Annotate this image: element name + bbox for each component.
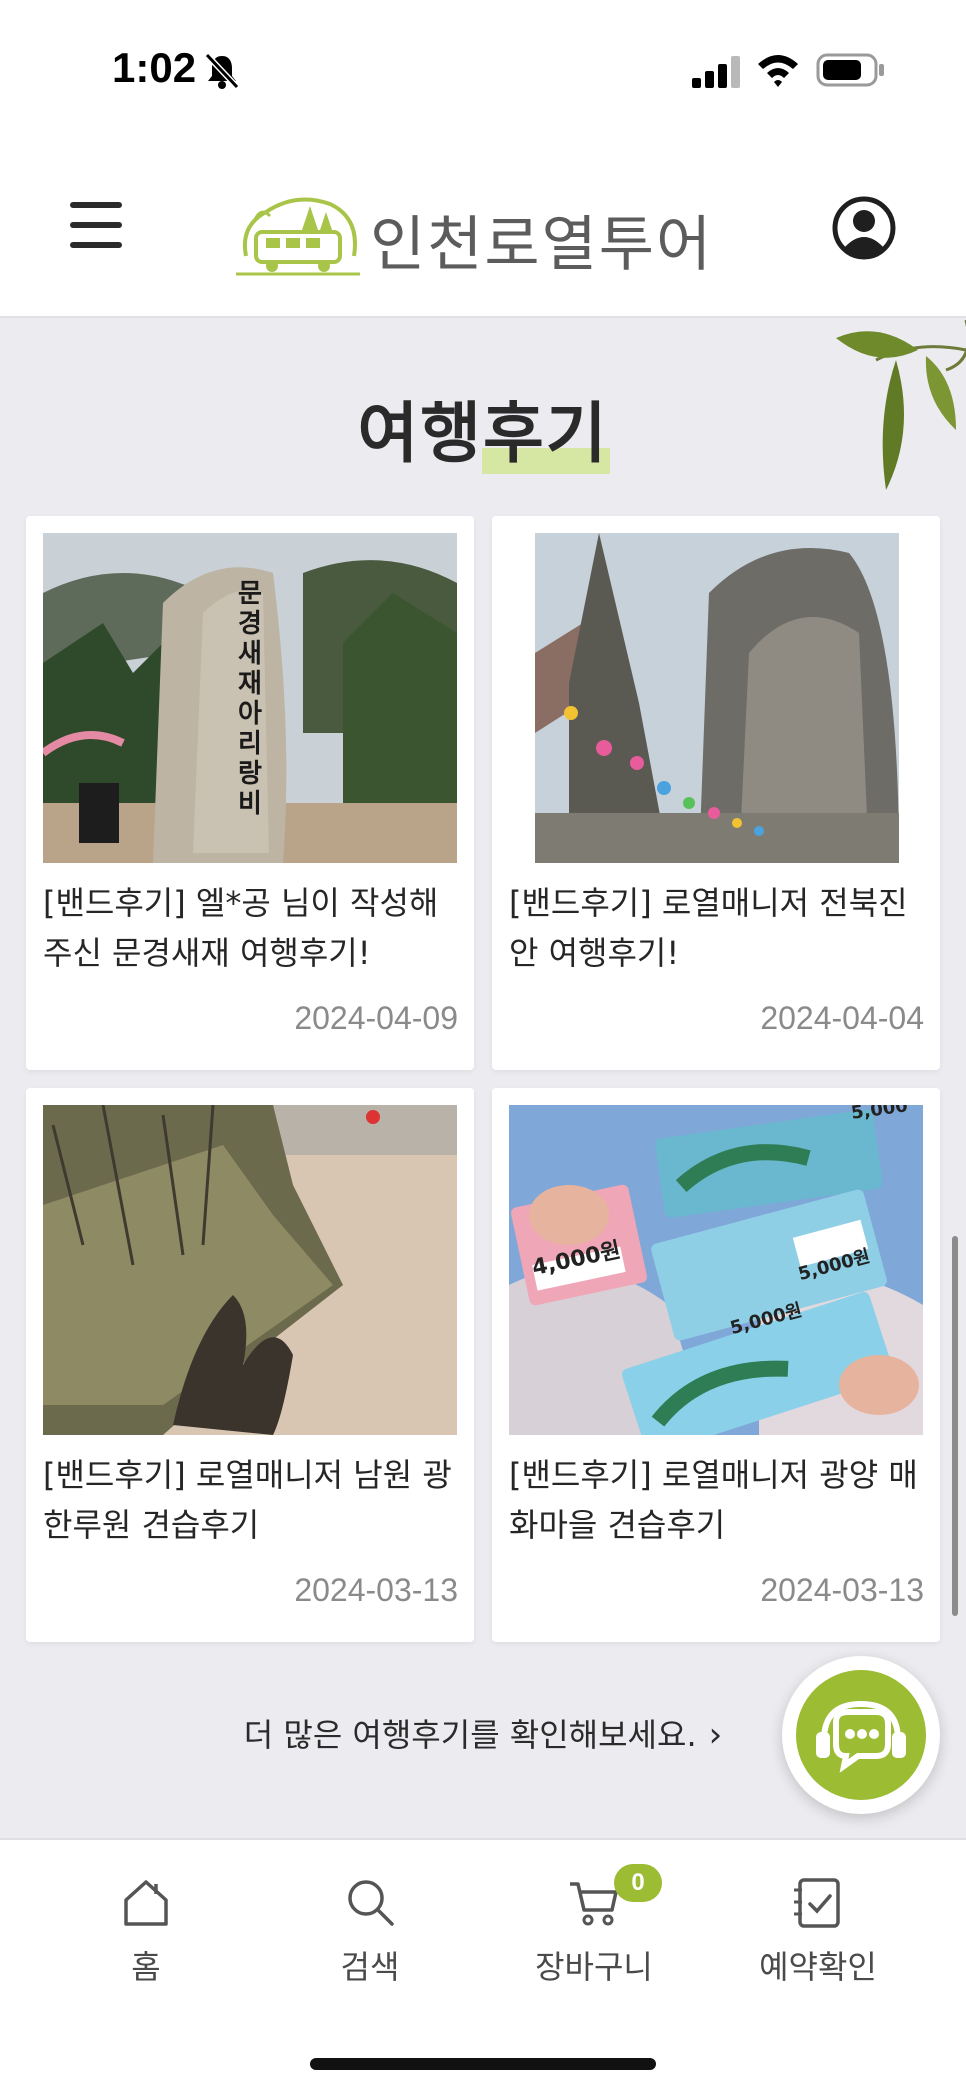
search-icon <box>348 1880 394 1926</box>
menu-line <box>70 242 122 248</box>
chat-button[interactable] <box>782 1656 940 1814</box>
nav-cart[interactable]: 장바구니 0 <box>482 1864 706 1994</box>
review-date: 2024-03-13 <box>760 1572 924 1608</box>
app-header: 인천로열투어 <box>0 140 966 318</box>
review-title: [밴드후기] 엘*공 님이 작성해 주신 문경새재 여행후기! <box>43 884 439 972</box>
chat-button-bg <box>796 1670 926 1800</box>
review-card[interactable]: [밴드후기] 로열매니저 전북진안 여행후기! 2024-04-04 <box>492 516 940 1070</box>
review-title: [밴드후기] 로열매니저 광양 매화마을 견습후기 <box>509 1456 918 1544</box>
nav-search-label: 검색 <box>340 1948 400 1986</box>
home-indicator <box>310 2058 656 2070</box>
bottom-nav: 홈 검색 장바구니 0 예약확인 <box>0 1838 966 2094</box>
nav-home-label: 홈 <box>131 1948 161 1986</box>
review-thumbnail: 4,000원 5,000원 5,000원 5,000 <box>509 1105 923 1435</box>
menu-line <box>70 202 122 208</box>
status-time: 1:02 <box>112 44 197 91</box>
chat-support-icon <box>816 1700 906 1773</box>
signal-icon <box>692 56 740 88</box>
reservation-icon <box>794 1878 840 1928</box>
battery-icon <box>816 53 884 87</box>
stone-tower-photo <box>509 533 923 863</box>
review-date: 2024-03-13 <box>294 1572 458 1608</box>
nav-cart-label: 장바구니 <box>535 1948 653 1986</box>
profile-button[interactable] <box>832 196 896 260</box>
section-title-text: 여행후기 <box>357 395 609 472</box>
section-title: 여행후기 <box>357 380 611 476</box>
wifi-icon <box>758 55 798 87</box>
review-card[interactable]: 4,000원 5,000원 5,000원 5,000 [밴드후기] 로열매니저 … <box>492 1088 940 1642</box>
status-bar: 1:02 <box>0 0 966 140</box>
review-date: 2024-04-09 <box>294 1000 458 1036</box>
review-title: [밴드후기] 로열매니저 남원 광한루원 견습후기 <box>43 1456 452 1544</box>
home-icon <box>124 1880 168 1926</box>
nav-reservation[interactable]: 예약확인 <box>706 1874 930 1994</box>
reviews-section: 여행후기 문경새재아리랑비 [밴드후기] 엘*공 님이 작성해 주신 문경새재 … <box>0 320 966 1840</box>
review-date: 2024-04-04 <box>760 1000 924 1036</box>
logo-bus-icon <box>236 197 360 276</box>
logo-text: 인천로열투어 <box>370 210 714 280</box>
review-thumbnail <box>43 1105 457 1435</box>
chevron-right-icon: › <box>708 1715 723 1755</box>
more-reviews-label: 더 많은 여행후기를 확인해보세요. <box>243 1716 697 1754</box>
review-card[interactable]: 문경새재아리랑비 [밴드후기] 엘*공 님이 작성해 주신 문경새재 여행후기!… <box>26 516 474 1070</box>
menu-line <box>70 222 122 228</box>
review-title: [밴드후기] 로열매니저 전북진안 여행후기! <box>509 884 908 972</box>
nav-search[interactable]: 검색 <box>258 1874 482 1994</box>
nav-reservation-label: 예약확인 <box>759 1948 877 1986</box>
menu-button[interactable] <box>70 202 134 256</box>
logo[interactable]: 인천로열투어 <box>236 186 736 282</box>
section-header: 여행후기 <box>0 380 966 476</box>
monument-text: 문경새재아리랑비 <box>238 579 262 819</box>
review-thumbnail <box>509 533 923 863</box>
bell-muted-icon <box>204 52 240 90</box>
nav-home[interactable]: 홈 <box>34 1874 258 1994</box>
review-card[interactable]: [밴드후기] 로열매니저 남원 광한루원 견습후기 2024-03-13 <box>26 1088 474 1642</box>
review-thumbnail: 문경새재아리랑비 <box>43 533 457 863</box>
shadow-path-photo <box>43 1105 457 1435</box>
scrollbar[interactable] <box>952 1236 958 1616</box>
cart-count-badge: 0 <box>614 1864 662 1902</box>
